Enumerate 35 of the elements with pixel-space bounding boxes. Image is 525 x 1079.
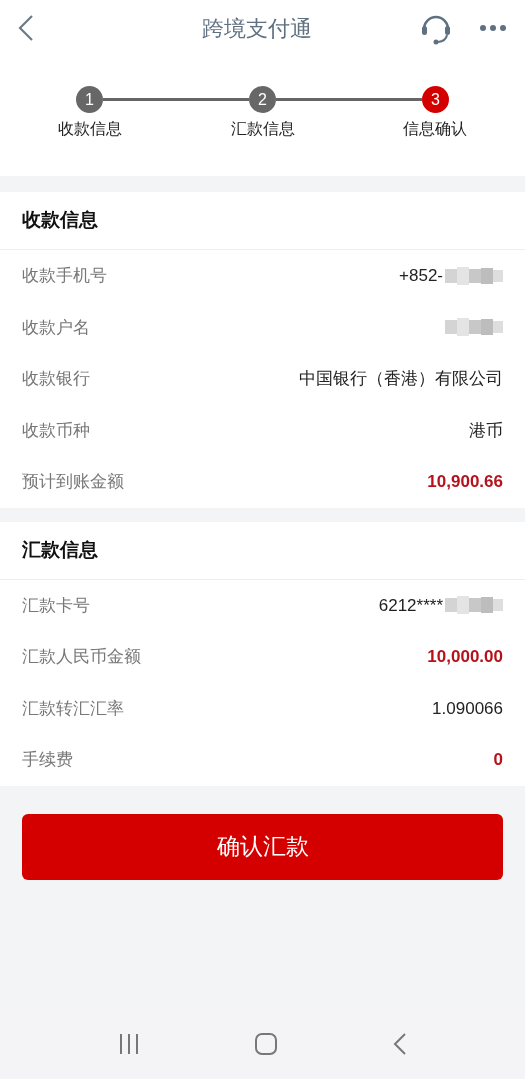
- step-number: 3: [422, 86, 449, 113]
- step-label: 汇款信息: [230, 119, 295, 139]
- field-value: 0: [493, 749, 503, 771]
- field-value: 港币: [469, 419, 503, 442]
- field-value: 10,000.00: [427, 646, 503, 668]
- section-title: 汇款信息: [22, 537, 98, 562]
- step-number: 1: [76, 86, 103, 113]
- field-label: 收款币种: [22, 419, 90, 442]
- field-label: 手续费: [22, 749, 73, 771]
- recent-apps-icon[interactable]: [117, 1033, 140, 1055]
- field-label: 汇款转汇汇率: [22, 697, 124, 720]
- field-label: 收款银行: [22, 368, 90, 390]
- field-label: 汇款卡号: [22, 594, 90, 617]
- field-value: 1.090066: [432, 697, 503, 720]
- blurred-text-drawing: [445, 266, 503, 285]
- blurred-text-drawing: [445, 318, 503, 337]
- blurred-text-drawing: [445, 596, 503, 615]
- more-icon[interactable]: [479, 24, 507, 32]
- back-icon[interactable]: [393, 1032, 408, 1056]
- field-value: 10,900.66: [427, 471, 503, 493]
- confirm-button[interactable]: 确认汇款: [22, 813, 503, 880]
- field-value: 中国银行（香港）有限公司: [299, 368, 503, 390]
- step-label: 收款信息: [58, 119, 122, 139]
- field-value: +852-: [399, 265, 443, 287]
- field-value: 6212****: [378, 594, 443, 617]
- section-title: 收款信息: [22, 208, 98, 233]
- step-number: 2: [249, 86, 276, 113]
- page-title: 跨境支付通: [201, 14, 312, 43]
- field-label: 预计到账金额: [22, 471, 124, 493]
- home-icon[interactable]: [255, 1033, 278, 1055]
- field-label: 收款手机号: [22, 265, 107, 287]
- step-label: 信息确认: [403, 119, 467, 139]
- field-label: 收款户名: [22, 316, 90, 339]
- field-label: 汇款人民币金额: [22, 646, 141, 668]
- back-icon[interactable]: [18, 14, 34, 42]
